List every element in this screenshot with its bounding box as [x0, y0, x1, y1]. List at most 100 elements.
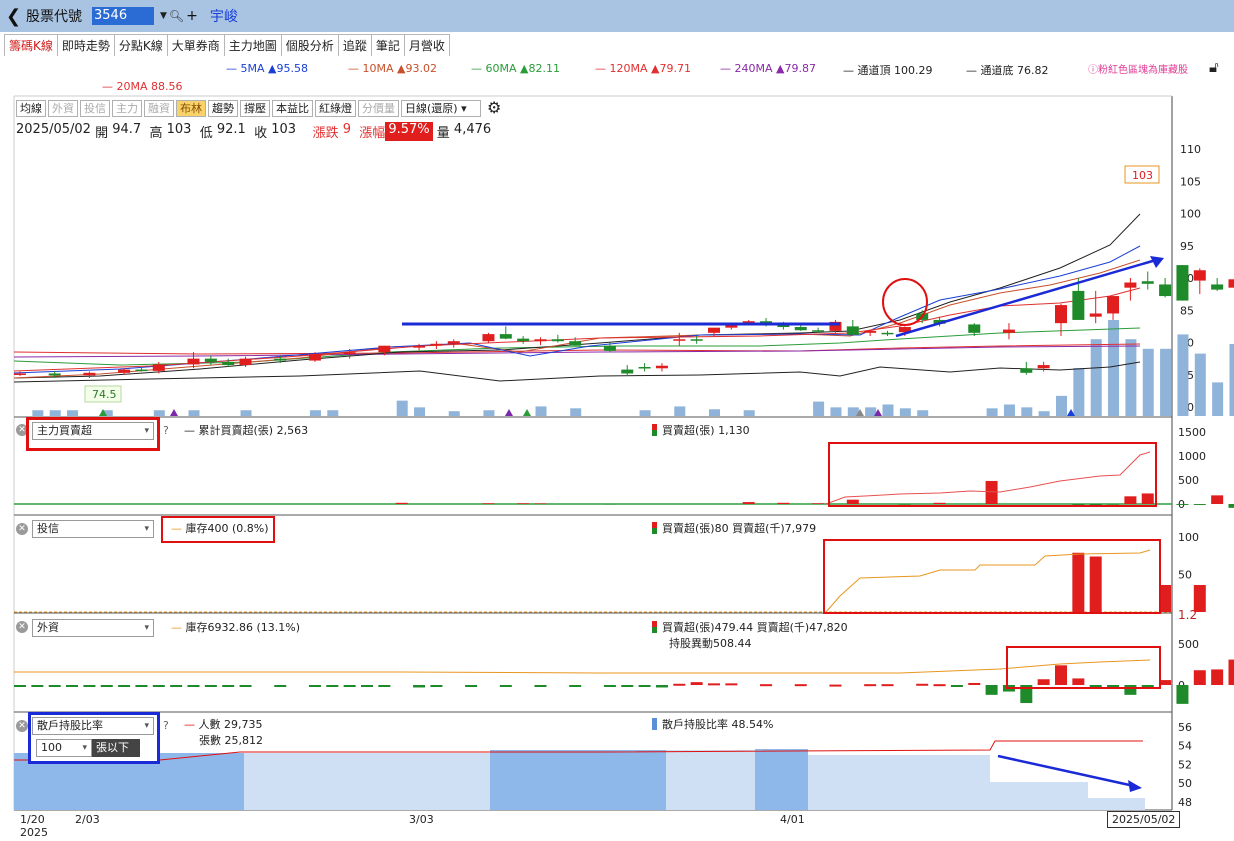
retail-select[interactable]: 散戶持股比率 ▾: [32, 717, 154, 735]
volume-bar: [49, 410, 61, 416]
search-icon[interactable]: 🔍︎: [169, 9, 184, 23]
main-force-bar: [1228, 504, 1234, 508]
candle-body: [655, 365, 668, 369]
bar-swatch: [652, 621, 657, 633]
foreign-bar: [621, 685, 634, 687]
indicator-button[interactable]: 融資: [144, 100, 174, 117]
volume-bar: [67, 410, 79, 416]
foreign-bar: [1159, 680, 1172, 685]
ma20-text: 20MA 88.56: [116, 80, 183, 93]
foreign-bar: [968, 682, 981, 685]
candle-body: [1228, 279, 1234, 288]
foreign-bar: [83, 685, 96, 687]
stock-code-input[interactable]: 3546: [92, 7, 154, 25]
main-force-bar: [1107, 504, 1120, 505]
candle-body: [794, 327, 807, 331]
trend-arrow-head: [1128, 780, 1142, 792]
help-icon[interactable]: ?: [163, 719, 169, 732]
indicator-button[interactable]: 本益比: [272, 100, 313, 117]
foreign-bar: [708, 683, 720, 686]
foreign-bar: [343, 685, 356, 687]
volume-bar: [188, 410, 200, 416]
candle-body: [760, 321, 773, 326]
foreign-select[interactable]: 外資 ▾: [32, 619, 154, 637]
volume-bar: [639, 410, 651, 416]
trust-select[interactable]: 投信 ▾: [32, 520, 154, 538]
indicator-button[interactable]: 分價量: [358, 100, 399, 117]
retail-select-label: 散戶持股比率: [37, 719, 103, 732]
volume-bar: [1021, 407, 1033, 416]
chevron-down-icon[interactable]: ▼: [160, 11, 167, 21]
retail-ratio-area: [1088, 798, 1145, 810]
indicator-button[interactable]: 外資: [48, 100, 78, 117]
tab-0[interactable]: 籌碼K線: [4, 34, 58, 56]
channel-bottom-line: [13, 361, 1141, 383]
indicator-button[interactable]: 紅綠燈: [315, 100, 356, 117]
trust-legend-net: 買賣超(張)80 買賣超(千)7,979: [652, 520, 816, 536]
indicator-button[interactable]: 撐壓: [240, 100, 270, 117]
tab-7[interactable]: 筆記: [370, 34, 405, 56]
gear-icon[interactable]: ⚙: [487, 100, 501, 118]
period-select[interactable]: 日線(還原) ▾: [401, 100, 481, 117]
foreign-bar: [916, 683, 929, 686]
indicator-button[interactable]: 趨勢: [208, 100, 238, 117]
volume-bar: [1056, 395, 1067, 416]
price-tick: 80: [1180, 337, 1194, 350]
candle-body: [14, 373, 26, 375]
trend-arrow: [895, 258, 1157, 338]
main-force-bar: [1211, 495, 1224, 504]
candle-body: [83, 372, 96, 376]
close-panel-icon[interactable]: ✕: [16, 720, 28, 732]
volume-bar: [1038, 411, 1050, 416]
tab-5[interactable]: 個股分析: [280, 34, 339, 56]
main-force-bar: [1124, 496, 1137, 504]
indicator-button[interactable]: 布林: [176, 100, 206, 117]
help-icon[interactable]: ?: [163, 424, 169, 437]
open-label: 開: [95, 126, 109, 141]
close-panel-icon[interactable]: ✕: [16, 523, 28, 535]
tab-4[interactable]: 主力地圖: [223, 34, 282, 56]
price-tick: 95: [1180, 240, 1194, 253]
foreign-bar: [794, 684, 807, 687]
date-tick: 3/03: [409, 813, 434, 826]
candle-body: [430, 343, 443, 346]
close-panel-icon[interactable]: ✕: [16, 621, 28, 633]
chevron-down-icon: ▾: [82, 743, 87, 753]
trust-tick-last: 1.2: [1178, 608, 1197, 622]
tab-1[interactable]: 即時走勢: [56, 34, 115, 56]
lot-threshold-select[interactable]: 100 ▾: [36, 739, 92, 757]
add-icon[interactable]: +: [186, 8, 198, 24]
candle-body: [916, 313, 929, 320]
retail-tick: 54: [1178, 740, 1192, 753]
tab-2[interactable]: 分點K線: [113, 34, 168, 56]
trust-legend-net-text: 買賣超(張)80 買賣超(千)7,979: [662, 522, 817, 535]
foreign-bar: [361, 685, 373, 687]
back-icon[interactable]: ❮: [6, 6, 21, 27]
tab-3[interactable]: 大單券商: [166, 34, 225, 56]
price-tick: 75: [1180, 369, 1194, 382]
signal-marker: [99, 409, 107, 416]
foreign-bar: [31, 685, 44, 687]
tab-6[interactable]: 追蹤: [337, 34, 372, 56]
stock-code-box[interactable]: 3546 ▼ 🔍︎ +: [92, 7, 198, 25]
line-swatch: —: [184, 424, 199, 437]
lock-icon[interactable]: 🔓︎: [1209, 58, 1219, 76]
indicator-button[interactable]: 投信: [80, 100, 110, 117]
volume-bar: [240, 410, 252, 416]
date-tick: 1/20: [20, 813, 45, 826]
ma-legend-item: — 120MA ▲79.71: [595, 62, 691, 75]
indicator-button[interactable]: 主力: [112, 100, 142, 117]
annotation-circle: [882, 278, 928, 326]
retail-legend-people-text: 人數 29,735: [198, 718, 263, 731]
ma10-line: [13, 259, 1141, 379]
lot-threshold-label: 張以下: [92, 739, 140, 757]
volume-bar: [396, 400, 408, 416]
volume-bar: [448, 411, 460, 416]
change-value: 9: [342, 122, 352, 137]
signal-marker: [856, 409, 864, 416]
tab-8[interactable]: 月營收: [403, 34, 450, 56]
foreign-bar: [638, 685, 651, 687]
foreign-bar: [135, 685, 148, 687]
foreign-bar: [933, 684, 946, 687]
indicator-button[interactable]: 均線: [16, 100, 46, 117]
